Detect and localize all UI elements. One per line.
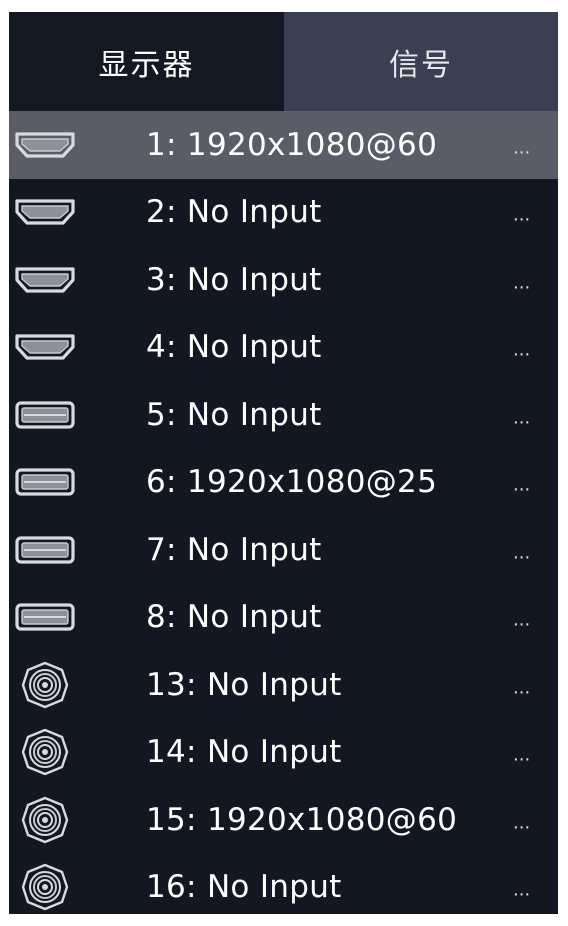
tab-display[interactable]: 显示器 [9,12,284,111]
more-options-button[interactable]: ... [513,475,530,496]
displayport-port-icon [12,393,78,437]
more-options-button[interactable]: ... [513,340,530,361]
hdmi-port-icon [12,190,78,234]
signal-list: 1: 1920x1080@60 ... 2: No Input ... 3: N… [9,111,558,914]
signal-row-14[interactable]: 14: No Input ... [9,719,558,787]
signal-label: 16: No Input [146,869,342,906]
more-options-button[interactable]: ... [513,407,530,428]
signal-row-16[interactable]: 16: No Input ... [9,854,558,915]
signal-row-6[interactable]: 6: 1920x1080@25 ... [9,449,558,517]
more-options-button[interactable]: ... [513,542,530,563]
sdi-bnc-port-icon [12,796,78,843]
more-options-button[interactable]: ... [513,880,530,901]
signal-row-15[interactable]: 15: 1920x1080@60 ... [9,786,558,854]
signal-row-2[interactable]: 2: No Input ... [9,179,558,247]
displayport-port-icon [12,595,78,639]
signal-row-8[interactable]: 8: No Input ... [9,584,558,652]
more-options-button[interactable]: ... [513,812,530,833]
sdi-bnc-port-icon [12,864,78,911]
displayport-port-icon [12,460,78,504]
signal-label: 4: No Input [146,329,322,366]
signal-label: 6: 1920x1080@25 [146,464,438,501]
tab-bar: 显示器 信号 [9,12,558,111]
sdi-bnc-port-icon [12,661,78,708]
signal-label: 3: No Input [146,261,322,298]
signal-row-13[interactable]: 13: No Input ... [9,651,558,719]
signal-label: 15: 1920x1080@60 [146,801,458,838]
more-options-button[interactable]: ... [513,677,530,698]
hdmi-port-icon [12,258,78,302]
tab-signal[interactable]: 信号 [284,12,558,111]
more-options-button[interactable]: ... [513,205,530,226]
more-options-button[interactable]: ... [513,272,530,293]
signal-label: 7: No Input [146,531,322,568]
hdmi-port-icon [12,325,78,369]
signal-row-7[interactable]: 7: No Input ... [9,516,558,584]
more-options-button[interactable]: ... [513,745,530,766]
displayport-port-icon [12,528,78,572]
signal-label: 13: No Input [146,666,342,703]
sdi-bnc-port-icon [12,729,78,776]
signal-label: 5: No Input [146,396,322,433]
signal-row-3[interactable]: 3: No Input ... [9,246,558,314]
signal-label: 14: No Input [146,734,342,771]
signal-row-5[interactable]: 5: No Input ... [9,381,558,449]
signal-label: 8: No Input [146,599,322,636]
more-options-button[interactable]: ... [513,610,530,631]
signal-row-1[interactable]: 1: 1920x1080@60 ... [9,111,558,179]
more-options-button[interactable]: ... [513,137,530,158]
signal-row-4[interactable]: 4: No Input ... [9,314,558,382]
hdmi-port-icon [12,123,78,167]
signal-panel: 显示器 信号 1: 1920x1080@60 ... 2: No Input .… [9,12,558,914]
signal-label: 2: No Input [146,194,322,231]
signal-label: 1: 1920x1080@60 [146,126,438,163]
